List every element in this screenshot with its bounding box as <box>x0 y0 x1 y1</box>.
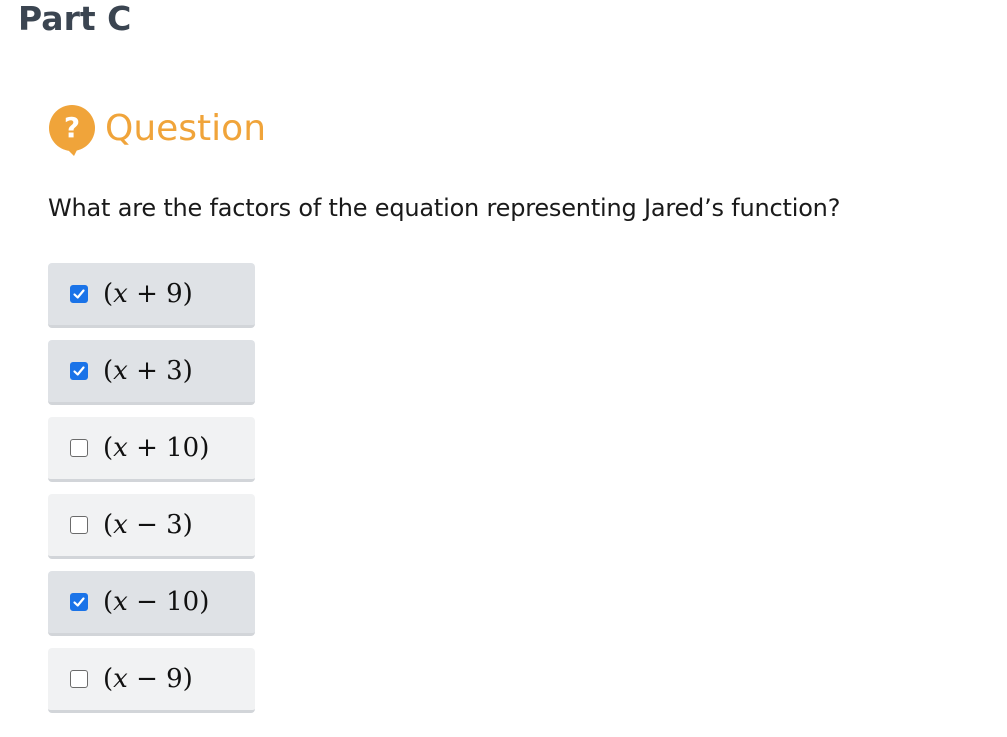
checkmark-icon <box>73 597 85 607</box>
option-label: (x + 3) <box>103 356 193 386</box>
answer-option[interactable]: (x − 9) <box>48 648 255 713</box>
checkbox-unchecked[interactable] <box>70 670 88 688</box>
checkbox-unchecked[interactable] <box>70 439 88 457</box>
option-label: (x − 3) <box>103 510 193 540</box>
option-label: (x − 9) <box>103 664 193 694</box>
checkbox-checked[interactable] <box>70 285 88 303</box>
part-title: Part C <box>18 0 132 38</box>
answer-option[interactable]: (x − 10) <box>48 571 255 636</box>
option-label: (x + 10) <box>103 433 210 463</box>
question-mark-speech-bubble-icon: ? <box>48 104 96 156</box>
option-label: (x + 9) <box>103 279 193 309</box>
checkbox-checked[interactable] <box>70 593 88 611</box>
question-header: ? Question <box>48 104 266 156</box>
checkmark-icon <box>73 289 85 299</box>
checkmark-icon <box>73 366 85 376</box>
answer-options: (x + 9) (x + 3) (x + 10) (x − 3) (x − 10… <box>48 263 255 725</box>
answer-option[interactable]: (x − 3) <box>48 494 255 559</box>
question-label: Question <box>105 108 267 149</box>
checkbox-unchecked[interactable] <box>70 516 88 534</box>
option-label: (x − 10) <box>103 587 210 617</box>
answer-option[interactable]: (x + 3) <box>48 340 255 405</box>
question-prompt: What are the factors of the equation rep… <box>48 194 841 222</box>
answer-option[interactable]: (x + 9) <box>48 263 255 328</box>
svg-text:?: ? <box>64 111 80 144</box>
checkbox-checked[interactable] <box>70 362 88 380</box>
answer-option[interactable]: (x + 10) <box>48 417 255 482</box>
